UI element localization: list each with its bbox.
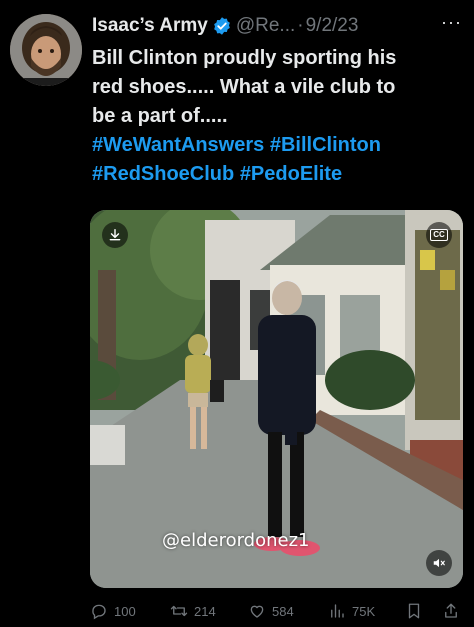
views-count: 75K xyxy=(352,603,376,619)
captions-button[interactable]: CC xyxy=(426,222,452,248)
hashtag-link[interactable]: #WeWantAnswers xyxy=(92,134,264,156)
tweet-action-bar: 100 214 584 75K xyxy=(90,598,464,624)
bookmark-button[interactable] xyxy=(405,598,423,624)
retweet-button[interactable]: 214 xyxy=(170,598,216,624)
video-player[interactable]: CC @elderordonez1 xyxy=(90,210,463,588)
captions-label: CC xyxy=(430,229,448,241)
verified-badge-icon xyxy=(214,17,230,35)
bookmark-icon xyxy=(408,603,420,619)
hashtag-line: #RedShoeClub #PedoElite xyxy=(92,160,462,189)
views-button[interactable]: 75K xyxy=(328,598,375,624)
reply-icon xyxy=(92,604,106,620)
tweet-text-line: be a part of..... xyxy=(92,105,228,127)
more-options-icon[interactable]: ··· xyxy=(441,12,462,33)
tweet-text-line: Bill Clinton proudly sporting his xyxy=(92,47,397,69)
reply-count: 100 xyxy=(114,603,136,619)
download-button[interactable] xyxy=(102,222,128,248)
tweet-text-line: red shoes..... What a vile club to xyxy=(92,76,396,98)
heart-icon xyxy=(250,605,264,618)
video-watermark: @elderordonez1 xyxy=(162,530,310,551)
author-handle[interactable]: @Re... xyxy=(236,15,295,37)
reply-button[interactable]: 100 xyxy=(90,598,136,624)
tweet-date[interactable]: 9/2/23 xyxy=(306,15,359,37)
hashtag-line: #WeWantAnswers #BillClinton xyxy=(92,131,462,160)
tweet-header: Isaac’s Army @Re... · 9/2/23 ··· xyxy=(92,12,464,40)
author-name[interactable]: Isaac’s Army xyxy=(92,15,208,37)
share-icon xyxy=(445,603,457,618)
like-button[interactable]: 584 xyxy=(248,598,294,624)
retweet-icon xyxy=(170,605,188,617)
hashtag-link[interactable]: #BillClinton xyxy=(270,134,381,156)
share-button[interactable] xyxy=(442,598,460,624)
retweet-count: 214 xyxy=(194,603,216,619)
author-avatar[interactable] xyxy=(10,14,82,86)
views-chart-icon xyxy=(331,604,344,618)
mute-button[interactable] xyxy=(426,550,452,576)
like-count: 584 xyxy=(272,603,294,619)
hashtag-link[interactable]: #PedoElite xyxy=(240,163,342,185)
hashtag-link[interactable]: #RedShoeClub xyxy=(92,163,234,185)
tweet-text: Bill Clinton proudly sporting his red sh… xyxy=(92,44,462,189)
avatar-image xyxy=(10,14,82,86)
download-icon xyxy=(109,229,121,241)
muted-speaker-icon xyxy=(433,558,445,568)
separator-dot: · xyxy=(297,15,304,36)
